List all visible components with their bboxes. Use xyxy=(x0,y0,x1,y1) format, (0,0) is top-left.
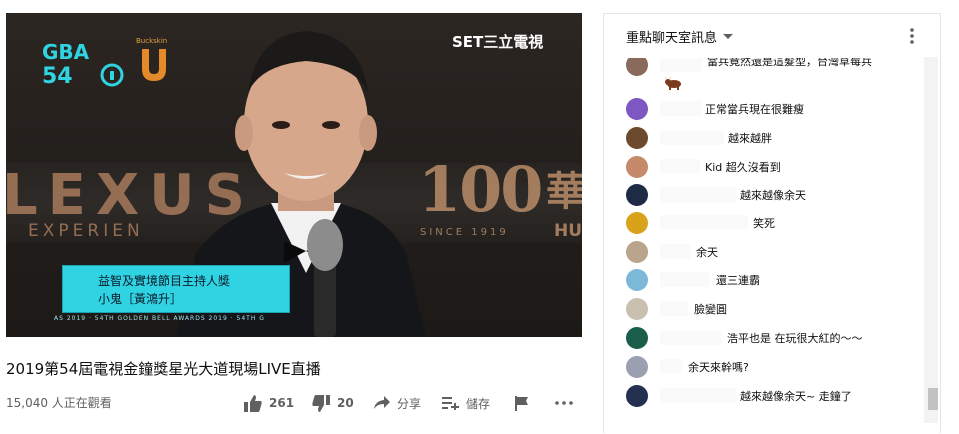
chat-message: 臉變圓 xyxy=(604,298,926,322)
lower-third-caption: 益智及實境節目主持人獎 小鬼［黃鴻升］ AS 2019 · 54TH GOLDE… xyxy=(54,265,294,325)
chat-scrollbar-track[interactable] xyxy=(924,57,938,423)
dislike-count: 20 xyxy=(337,396,354,410)
author-name xyxy=(660,272,710,287)
bull-sticker-icon xyxy=(664,76,681,90)
author-name xyxy=(660,130,724,145)
caret-down-icon xyxy=(723,33,734,39)
message-text: 還三連霸 xyxy=(716,274,760,287)
user-avatar xyxy=(626,241,648,263)
chat-scrollbar-thumb[interactable] xyxy=(928,388,938,410)
share-icon xyxy=(374,396,390,409)
chat-message: 還三連霸 xyxy=(604,269,926,293)
share-label: 分享 xyxy=(397,396,422,411)
message-text: 越來越像余天 xyxy=(740,189,806,202)
chat-message: 浩平也是 在玩很大紅的～～ xyxy=(604,327,926,351)
caption-award: 益智及實境節目主持人獎 xyxy=(98,274,231,288)
author-name xyxy=(660,187,736,202)
author-name xyxy=(660,330,722,345)
share-button[interactable]: 分享 xyxy=(374,394,421,412)
message-text: 浩平也是 在玩很大紅的～～ xyxy=(727,332,863,345)
live-viewer-count: 15,040 人正在觀看 xyxy=(6,396,112,410)
message-text: Kid 超久沒看到 xyxy=(705,161,781,174)
report-button[interactable] xyxy=(515,394,529,412)
message-text: 笑死 xyxy=(753,217,775,230)
author-name xyxy=(660,388,736,403)
save-button[interactable]: 儲存 xyxy=(442,394,490,412)
video-player[interactable]: LEXUS EXPERIEN 100 SINCE 1919 華 HU GBA 5… xyxy=(6,13,582,337)
author-name xyxy=(660,244,690,259)
gba-logo-icon: GBA 54 xyxy=(42,40,124,87)
svg-text:54: 54 xyxy=(42,64,73,87)
chat-message-list[interactable]: 當兵竟然還是這髮型，台灣草莓兵 正常當兵現在很難瘦 越來越胖 Kid 超久沒看到… xyxy=(604,58,926,434)
message-text: 余天來幹嗎? xyxy=(688,361,749,374)
chat-message: 余天 xyxy=(604,241,926,265)
chat-header: 重點聊天室訊息 xyxy=(604,14,940,58)
sponsor-tagline: EXPERIEN xyxy=(28,221,144,241)
chat-message: Kid 超久沒看到 xyxy=(604,156,926,180)
user-avatar xyxy=(626,98,648,120)
more-icon xyxy=(555,401,573,405)
svg-text:GBA: GBA xyxy=(42,40,90,64)
right-brand-sub: HU xyxy=(554,221,582,241)
right-brand: 華 xyxy=(546,169,582,215)
author-name xyxy=(660,359,682,374)
message-text: 余天 xyxy=(696,246,718,259)
user-avatar xyxy=(626,356,648,378)
chat-message: 越來越像余天 xyxy=(604,184,926,208)
more-actions-button[interactable] xyxy=(555,394,573,412)
message-text: 臉變圓 xyxy=(694,303,727,316)
author-name xyxy=(660,101,702,116)
chat-menu-button[interactable] xyxy=(910,28,914,48)
like-button[interactable]: 261 xyxy=(244,394,294,412)
user-avatar xyxy=(626,298,648,320)
author-name xyxy=(660,58,702,72)
user-avatar xyxy=(626,156,648,178)
chat-message: 越來越像余天~ 走鐘了 xyxy=(604,385,926,409)
broadcaster-logo: SET三立電視 xyxy=(452,33,544,51)
message-text: 當兵竟然還是這髮型，台灣草莓兵 xyxy=(707,58,872,68)
video-title: 2019第54屆電視金鐘獎星光大道現場LIVE直播 xyxy=(6,360,321,378)
chat-mode-label: 重點聊天室訊息 xyxy=(626,31,718,46)
live-chat-panel: 重點聊天室訊息 當兵竟然還是這髮型，台灣草莓兵 正常當兵現在很難瘦 越來越胖 K… xyxy=(603,13,941,433)
author-name xyxy=(660,159,700,174)
user-avatar xyxy=(626,212,648,234)
user-avatar xyxy=(626,269,648,291)
chat-message: 當兵竟然還是這髮型，台灣草莓兵 xyxy=(604,58,926,78)
thumb-up-icon xyxy=(244,394,262,412)
chat-message: 笑死 xyxy=(604,212,926,236)
thumb-down-icon xyxy=(312,394,330,412)
chat-mode-selector[interactable]: 重點聊天室訊息 xyxy=(626,27,734,46)
kebab-menu-icon xyxy=(910,28,914,44)
chat-message: 余天來幹嗎? xyxy=(604,356,926,380)
author-name xyxy=(660,301,688,316)
user-avatar xyxy=(626,184,648,206)
save-playlist-icon xyxy=(442,397,459,410)
save-label: 儲存 xyxy=(466,396,491,411)
chat-message: 越來越胖 xyxy=(604,127,926,151)
message-text: 正常當兵現在很難瘦 xyxy=(705,103,804,116)
caption-winner: 小鬼［黃鴻升］ xyxy=(98,292,183,306)
chat-message: 正常當兵現在很難瘦 xyxy=(604,98,926,122)
user-avatar xyxy=(626,385,648,407)
dislike-button[interactable]: 20 xyxy=(312,394,354,412)
flag-icon xyxy=(515,395,528,411)
user-avatar xyxy=(626,327,648,349)
like-count: 261 xyxy=(269,396,295,410)
message-text: 越來越像余天~ 走鐘了 xyxy=(740,390,852,403)
message-text: 越來越胖 xyxy=(728,132,772,145)
user-avatar xyxy=(626,58,648,76)
user-avatar xyxy=(626,127,648,149)
caption-ticker: AS 2019 · 54TH GOLDEN BELL AWARDS 2019 ·… xyxy=(54,315,265,322)
author-name xyxy=(660,215,748,230)
